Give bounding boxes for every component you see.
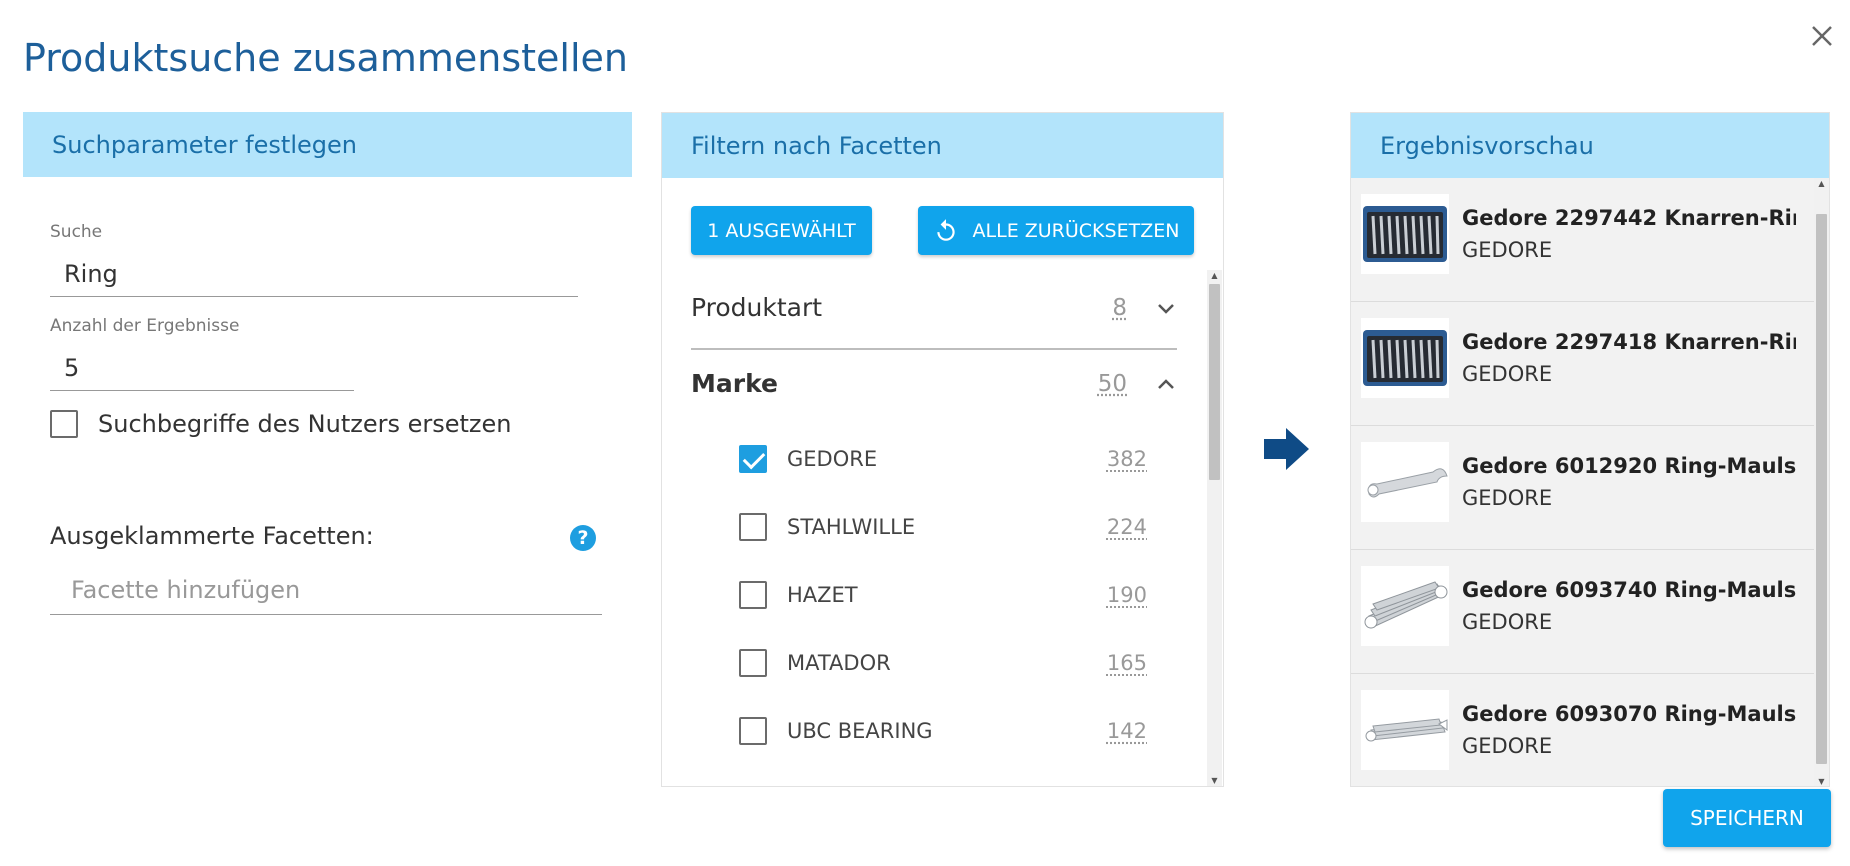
reset-all-label: ALLE ZURÜCKSETZEN	[972, 219, 1180, 242]
result-brand: GEDORE	[1462, 486, 1553, 510]
facets-scroll-thumb[interactable]	[1209, 284, 1220, 480]
facets-header: Filtern nach Facetten	[662, 113, 1223, 178]
result-brand: GEDORE	[1462, 610, 1553, 634]
facet-option-hazet[interactable]: HAZET 190	[739, 581, 1177, 609]
result-list: Gedore 2297442 Knarren-Ring-Maulschlüsse…	[1351, 178, 1814, 786]
facet-option-count: 142	[1106, 719, 1147, 743]
search-params-panel: Suchparameter festlegen Suche Ring Anzah…	[23, 112, 632, 792]
facet-option-label: STAHLWILLE	[787, 515, 916, 539]
facet-option-gedore[interactable]: GEDORE 382	[739, 445, 1177, 473]
result-item[interactable]: Gedore 6012920 Ring-Maulschlüssel GEDORE	[1351, 426, 1814, 550]
chevron-up-icon[interactable]	[1155, 373, 1177, 395]
close-icon[interactable]	[1804, 18, 1840, 54]
facet-group-name: Marke	[691, 369, 778, 398]
facet-checkbox[interactable]	[739, 717, 767, 745]
result-item[interactable]: Gedore 6093740 Ring-Maulschlüssel-Satz G…	[1351, 550, 1814, 674]
preview-header: Ergebnisvorschau	[1351, 113, 1829, 178]
result-brand: GEDORE	[1462, 238, 1553, 262]
wrench-set-flat-image	[1361, 690, 1449, 770]
result-item[interactable]: Gedore 2297418 Knarren-Ring-Maulschlüsse…	[1351, 302, 1814, 426]
scroll-down-arrow-icon[interactable]: ▼	[1207, 775, 1222, 786]
facet-option-label: GEDORE	[787, 447, 878, 471]
arrow-right-icon	[1264, 428, 1309, 470]
facets-scrollbar[interactable]: ▲ ▼	[1207, 270, 1222, 786]
facet-option-label: MATADOR	[787, 651, 891, 675]
facet-group-produktart[interactable]: Produktart 8	[691, 293, 1177, 322]
result-title: Gedore 6093740 Ring-Maulschlüssel-Satz	[1462, 578, 1796, 602]
chevron-down-icon[interactable]	[1155, 297, 1177, 319]
wrench-set-case-image	[1361, 318, 1449, 398]
facet-option-label: HAZET	[787, 583, 858, 607]
result-title: Gedore 6012920 Ring-Maulschlüssel	[1462, 454, 1796, 478]
facet-group-marke[interactable]: Marke 50	[691, 369, 1177, 398]
result-title: Gedore 2297442 Knarren-Ring-Maulschlüsse…	[1462, 206, 1796, 230]
search-label: Suche	[50, 222, 103, 242]
facet-checkbox[interactable]	[739, 513, 767, 541]
facet-checkbox[interactable]	[739, 581, 767, 609]
facet-checkbox[interactable]	[739, 649, 767, 677]
result-item[interactable]: Gedore 6093070 Ring-Maulschlüssel-Satz G…	[1351, 674, 1814, 786]
facet-option-count: 165	[1106, 651, 1147, 675]
selected-count-button[interactable]: 1 AUSGEWÄHLT	[691, 206, 872, 255]
search-params-header: Suchparameter festlegen	[23, 112, 632, 177]
result-count-label: Anzahl der Ergebnisse	[50, 316, 240, 336]
facet-option-label: UBC BEARING	[787, 719, 933, 743]
facet-group-count: 8	[1112, 294, 1127, 321]
facet-divider	[691, 348, 1177, 350]
result-brand: GEDORE	[1462, 734, 1553, 758]
help-icon[interactable]: ?	[570, 525, 596, 551]
result-item[interactable]: Gedore 2297442 Knarren-Ring-Maulschlüsse…	[1351, 178, 1814, 302]
replace-terms-label: Suchbegriffe des Nutzers ersetzen	[98, 410, 512, 438]
facet-group-name: Produktart	[691, 293, 823, 322]
facet-option-count: 190	[1106, 583, 1147, 607]
excluded-facets-label: Ausgeklammerte Facetten:	[50, 522, 374, 550]
dialog-title: Produktsuche zusammenstellen	[23, 36, 628, 80]
facet-option-stahlwille[interactable]: STAHLWILLE 224	[739, 513, 1177, 541]
scroll-down-arrow-icon[interactable]: ▼	[1814, 776, 1829, 786]
replace-terms-row[interactable]: Suchbegriffe des Nutzers ersetzen	[50, 410, 512, 438]
save-button[interactable]: SPEICHERN	[1663, 789, 1831, 847]
wrench-set-fan-image	[1361, 566, 1449, 646]
facet-group-count: 50	[1097, 370, 1127, 397]
replace-terms-checkbox[interactable]	[50, 410, 78, 438]
wrench-set-case-image	[1361, 194, 1449, 274]
result-brand: GEDORE	[1462, 362, 1553, 386]
result-title: Gedore 2297418 Knarren-Ring-Maulschlüsse…	[1462, 330, 1796, 354]
result-title: Gedore 6093070 Ring-Maulschlüssel-Satz	[1462, 702, 1796, 726]
facet-option-matador[interactable]: MATADOR 165	[739, 649, 1177, 677]
result-count-input[interactable]: 5	[50, 354, 354, 391]
reset-icon	[936, 218, 955, 241]
scroll-up-arrow-icon[interactable]: ▲	[1814, 178, 1829, 190]
facet-checkbox[interactable]	[739, 445, 767, 473]
preview-panel: Ergebnisvorschau Gedore 2297442 Knarren-…	[1350, 112, 1830, 787]
preview-scroll-thumb[interactable]	[1816, 214, 1827, 764]
facet-option-count: 382	[1106, 447, 1147, 471]
facet-option-ubc-bearing[interactable]: UBC BEARING 142	[739, 717, 1177, 745]
reset-all-button[interactable]: ALLE ZURÜCKSETZEN	[918, 206, 1194, 255]
facet-add-input[interactable]: Facette hinzufügen	[50, 576, 602, 615]
single-wrench-image	[1361, 442, 1449, 522]
search-input[interactable]: Ring	[50, 260, 578, 297]
preview-scrollbar[interactable]: ▲ ▼	[1814, 178, 1829, 786]
scroll-up-arrow-icon[interactable]: ▲	[1207, 270, 1222, 282]
facet-option-count: 224	[1106, 515, 1147, 539]
facets-panel: Filtern nach Facetten 1 AUSGEWÄHLT ALLE …	[661, 112, 1224, 787]
